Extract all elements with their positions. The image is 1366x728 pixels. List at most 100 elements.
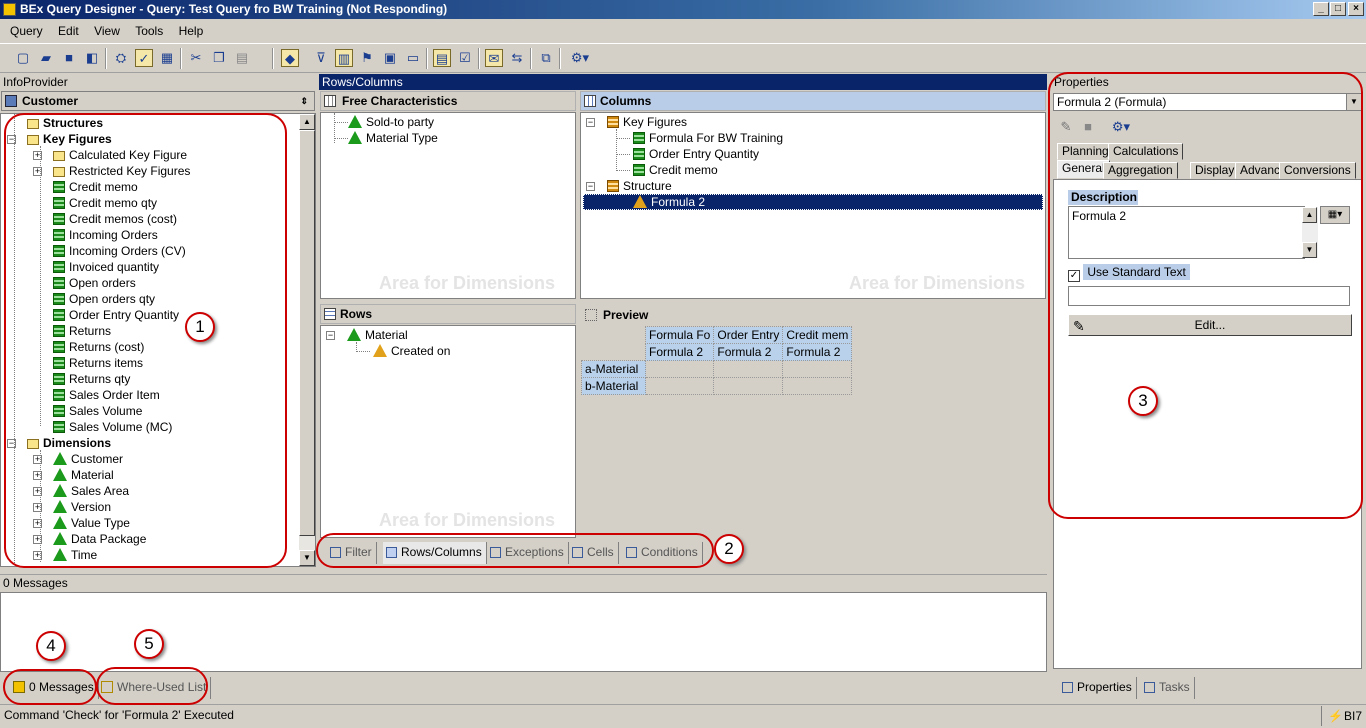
collapse-key-figures-icon[interactable]: − <box>586 118 595 127</box>
cut-icon[interactable]: ✂ <box>187 49 205 67</box>
characteristic-icon <box>348 131 362 144</box>
column-selected-item[interactable]: Formula 2 <box>633 194 705 210</box>
columns-tree[interactable]: − Key Figures Formula For BW Training Or… <box>580 112 1046 299</box>
scroll-thumb[interactable] <box>299 130 315 536</box>
messages-panel: 0 Messages <box>0 574 1047 674</box>
rows-header: Rows <box>320 304 576 324</box>
formula-kf-icon <box>633 132 645 144</box>
messages-icon[interactable]: ✉ <box>485 49 503 67</box>
columns-header: Columns <box>580 91 1046 111</box>
free-char-item[interactable]: Material Type <box>348 130 438 146</box>
annotation-oval-5 <box>96 667 208 705</box>
infoprovider-selector[interactable]: Customer ⇕ <box>1 91 315 111</box>
callout-4: 4 <box>36 631 66 661</box>
check-icon[interactable]: ✓ <box>135 49 153 67</box>
tab-properties[interactable]: Properties <box>1059 677 1137 699</box>
preview-col-header: Credit mem <box>783 327 852 344</box>
display-options-icon[interactable]: ⚙▾ <box>566 49 594 67</box>
annotation-oval-1 <box>4 113 287 568</box>
tasks-icon[interactable]: ☑ <box>456 49 474 67</box>
where-used-icon[interactable]: ⇆ <box>508 49 526 67</box>
scroll-down-icon[interactable]: ▼ <box>299 550 315 566</box>
menu-help[interactable]: Help <box>173 20 210 42</box>
preview-cell <box>783 378 852 395</box>
free-char-item[interactable]: Sold-to party <box>348 114 434 130</box>
characteristic-icon <box>347 328 361 341</box>
save-all-icon[interactable]: ◧ <box>83 49 101 67</box>
columns-key-figures[interactable]: Key Figures <box>607 114 687 130</box>
columns-structure[interactable]: Structure <box>607 178 672 194</box>
rows-columns-title: Rows/Columns <box>319 74 1047 90</box>
open-icon[interactable]: ▰ <box>37 49 55 67</box>
row-item[interactable]: Created on <box>373 343 450 359</box>
close-button[interactable]: × <box>1348 2 1364 16</box>
properties-grid-icon[interactable]: ▦ <box>158 49 176 67</box>
row-item[interactable]: Material <box>347 327 408 343</box>
tree-scrollbar[interactable]: ▲ ▼ <box>299 114 315 566</box>
menu-query[interactable]: Query <box>4 20 49 42</box>
free-characteristics-list[interactable]: Sold-to party Material Type Area for Dim… <box>320 112 576 299</box>
paste-icon[interactable]: ▤ <box>233 49 251 67</box>
rows-title: Rows <box>340 307 372 321</box>
infoprovider-name: Customer <box>22 94 78 108</box>
collapse-structure-icon[interactable]: − <box>586 182 595 191</box>
key-figure-icon <box>633 164 645 176</box>
structure-icon <box>607 180 619 192</box>
new-icon[interactable]: ▢ <box>14 49 32 67</box>
menu-edit[interactable]: Edit <box>52 20 85 42</box>
preview-sub-header: Formula 2 <box>714 344 783 361</box>
menu-view[interactable]: View <box>88 20 126 42</box>
rows-icon <box>324 308 336 320</box>
collapse-material-icon[interactable]: − <box>326 331 335 340</box>
rows-pane: Rows − Material Created on Area for Dime… <box>320 304 576 538</box>
column-item[interactable]: Formula For BW Training <box>633 130 783 146</box>
columns-title: Columns <box>600 94 651 108</box>
preview-cell <box>783 361 852 378</box>
column-item[interactable]: Credit memo <box>633 162 718 178</box>
menu-tools[interactable]: Tools <box>129 20 169 42</box>
rows-area-watermark: Area for Dimensions <box>379 510 555 531</box>
status-text: Command 'Check' for 'Formula 2' Executed <box>4 708 234 722</box>
publish-icon[interactable]: ⛭ <box>112 49 130 67</box>
tab-tasks[interactable]: Tasks <box>1141 677 1195 699</box>
app-icon <box>3 3 16 16</box>
scroll-up-icon[interactable]: ▲ <box>299 114 315 130</box>
preview-pane: Preview Formula Fo Order Entry Credit me… <box>580 304 1046 538</box>
filter-icon[interactable]: ⊽ <box>312 49 330 67</box>
title-bar: BEx Query Designer - Query: Test Query f… <box>0 0 1366 19</box>
preview-row-header: b-Material <box>582 378 646 395</box>
save-icon[interactable]: ■ <box>60 49 78 67</box>
preview-sub-header: Formula 2 <box>783 344 852 361</box>
column-item[interactable]: Order Entry Quantity <box>633 146 759 162</box>
formula-icon <box>633 195 647 208</box>
conditions-icon[interactable]: ▣ <box>381 49 399 67</box>
preview-cell <box>714 378 783 395</box>
technical-names-icon[interactable]: ⧉ <box>537 49 555 67</box>
cells-icon[interactable]: ⚑ <box>358 49 376 67</box>
preview-grid: Formula Fo Order Entry Credit mem Formul… <box>581 326 852 395</box>
preview-title: Preview <box>603 308 648 322</box>
preview-cell <box>646 378 714 395</box>
characteristic-icon <box>348 115 362 128</box>
toolbar: ▢ ▰ ■ ◧ ⛭ ✓ ▦ ✂ ❐ ▤ ◆ ⊽ ▥ ⚑ ▣ ▭ ▤ ☑ ✉ ⇆ … <box>0 43 1366 73</box>
window-title: BEx Query Designer - Query: Test Query f… <box>20 2 447 16</box>
rows-columns-icon[interactable]: ▥ <box>335 49 353 67</box>
collapse-icon[interactable]: ⇕ <box>300 92 308 110</box>
key-figure-icon <box>633 148 645 160</box>
cube-icon <box>5 95 17 107</box>
columns-icon <box>584 95 596 107</box>
free-char-icon <box>324 95 336 107</box>
preview-col-header: Formula Fo <box>646 327 714 344</box>
rows-columns-header: Rows/Columns <box>319 74 1047 90</box>
copy-icon[interactable]: ❐ <box>210 49 228 67</box>
free-characteristics-pane: Free Characteristics Sold-to party Mater… <box>320 91 576 299</box>
properties-icon[interactable]: ▤ <box>433 49 451 67</box>
callout-3: 3 <box>1128 386 1158 416</box>
minimize-button[interactable]: _ <box>1313 2 1329 16</box>
exceptions-icon[interactable]: ▭ <box>404 49 422 67</box>
preview-icon <box>585 309 597 321</box>
maximize-button[interactable]: □ <box>1330 2 1346 16</box>
rows-tree[interactable]: − Material Created on Area for Dimension… <box>320 325 576 538</box>
infoprovider-icon[interactable]: ◆ <box>281 49 299 67</box>
infoprovider-header: InfoProvider <box>0 74 316 90</box>
